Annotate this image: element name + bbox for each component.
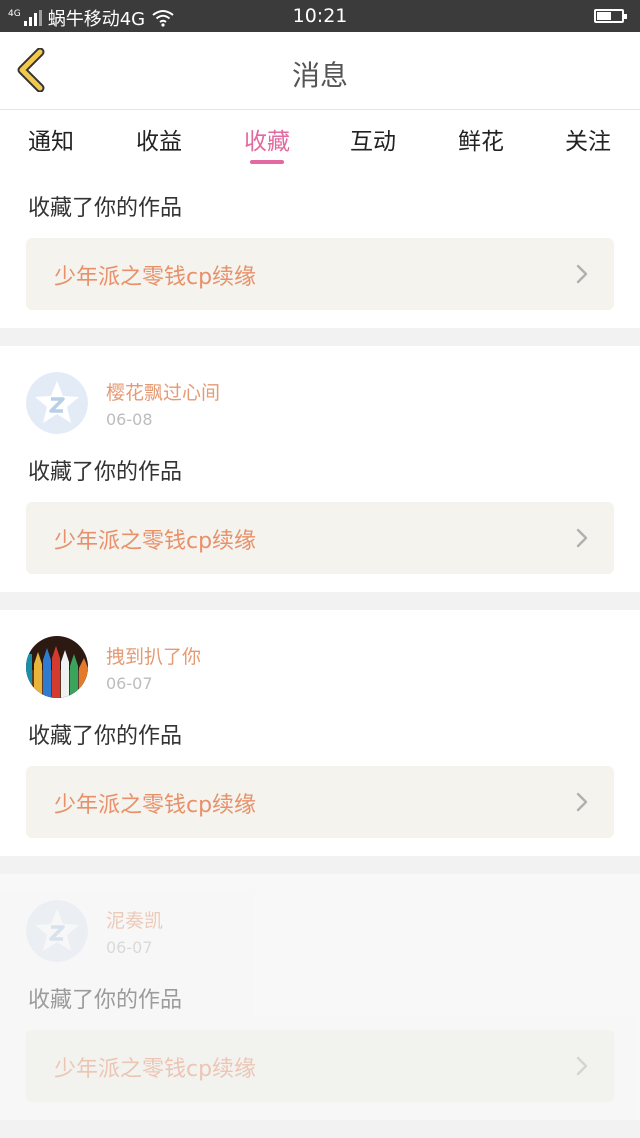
username[interactable]: 拽到扒了你 xyxy=(106,642,201,669)
tab-interaction[interactable]: 互动 xyxy=(328,122,418,156)
tab-favorites[interactable]: 收藏 xyxy=(222,122,312,156)
work-title: 少年派之零钱cp续缘 xyxy=(54,793,257,818)
status-bar: 4G 蜗牛移动4G 10:21 xyxy=(0,0,640,32)
avatar[interactable] xyxy=(26,636,88,698)
default-avatar-icon xyxy=(26,900,88,962)
tab-earnings[interactable]: 收益 xyxy=(114,122,204,156)
work-title: 少年派之零钱cp续缘 xyxy=(54,265,257,290)
header: 消息 xyxy=(0,32,640,110)
pencils-avatar xyxy=(26,636,88,698)
work-link[interactable]: 少年派之零钱cp续缘 xyxy=(26,1030,614,1102)
message-card: 泥奏凯 06-07 收藏了你的作品 少年派之零钱cp续缘 xyxy=(0,874,640,1120)
message-card: 拽到扒了你 06-07 收藏了你的作品 少年派之零钱cp续缘 xyxy=(0,610,640,856)
work-title: 少年派之零钱cp续缘 xyxy=(54,1057,257,1082)
message-date: 06-07 xyxy=(106,674,153,693)
message-card: 收藏了你的作品 少年派之零钱cp续缘 xyxy=(0,170,640,328)
tab-notify[interactable]: 通知 xyxy=(6,122,96,156)
work-link[interactable]: 少年派之零钱cp续缘 xyxy=(26,502,614,574)
avatar[interactable] xyxy=(26,372,88,434)
message-date: 06-08 xyxy=(106,410,153,429)
message-action-text: 收藏了你的作品 xyxy=(28,988,183,1013)
username[interactable]: 樱花飘过心间 xyxy=(106,378,220,405)
work-link[interactable]: 少年派之零钱cp续缘 xyxy=(26,766,614,838)
default-avatar-icon xyxy=(26,372,88,434)
chevron-right-icon xyxy=(576,1056,588,1076)
message-action-text: 收藏了你的作品 xyxy=(28,460,183,485)
tab-flowers[interactable]: 鲜花 xyxy=(436,122,526,156)
active-tab-indicator xyxy=(250,160,284,164)
status-time: 10:21 xyxy=(292,5,348,27)
tab-follow[interactable]: 关注 xyxy=(543,122,633,156)
avatar[interactable] xyxy=(26,900,88,962)
chevron-right-icon xyxy=(576,792,588,812)
message-action-text: 收藏了你的作品 xyxy=(28,724,183,749)
work-title: 少年派之零钱cp续缘 xyxy=(54,529,257,554)
message-date: 06-07 xyxy=(106,938,153,957)
chevron-right-icon xyxy=(576,264,588,284)
message-action-text: 收藏了你的作品 xyxy=(28,196,183,221)
tab-bar: 通知 收益 收藏 互动 鲜花 关注 xyxy=(0,110,640,170)
page-title: 消息 xyxy=(291,59,348,92)
chevron-right-icon xyxy=(576,528,588,548)
work-link[interactable]: 少年派之零钱cp续缘 xyxy=(26,238,614,310)
username[interactable]: 泥奏凯 xyxy=(106,906,163,933)
message-card: 樱花飘过心间 06-08 收藏了你的作品 少年派之零钱cp续缘 xyxy=(0,346,640,592)
battery-icon xyxy=(594,9,627,23)
